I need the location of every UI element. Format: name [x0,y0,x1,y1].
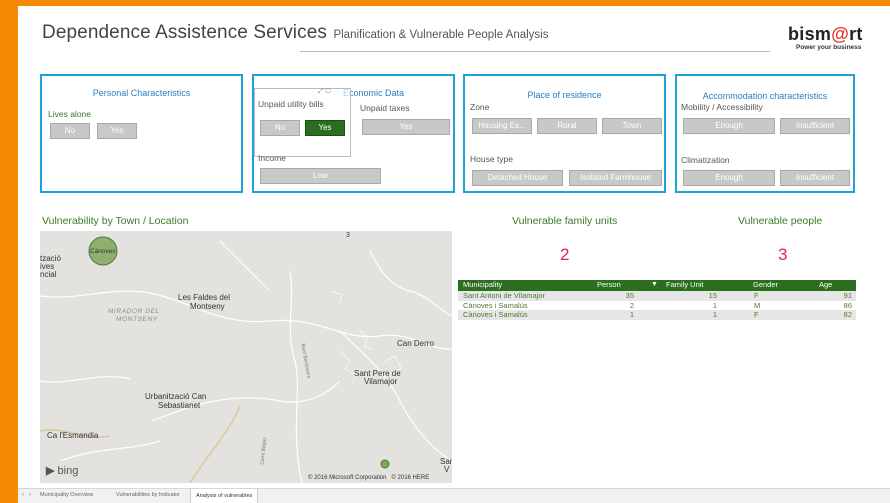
table-row[interactable]: Sant Antoni de Vilamajor 35 15 F 91 [458,291,856,301]
personal-characteristics-slicer: Personal Characteristics Lives alone No … [40,74,243,193]
zone-label: Zone [470,102,490,112]
cell-age: 91 [843,291,852,300]
bing-logo: ▶ bing [46,465,79,477]
bubble-label: Cànoves [90,248,116,255]
col-header-age[interactable]: Age [819,280,832,290]
next-page-icon[interactable]: › [29,492,31,498]
table-body: Sant Antoni de Vilamajor 35 15 F 91 Càno… [458,291,856,320]
unpaid-taxes-yes-button[interactable]: Yes [362,119,450,135]
col-header-gender[interactable]: Gender [753,280,778,290]
climatization-insufficient-button[interactable]: Insufficient [780,170,850,186]
economic-data-slicer: Economic Data ⤢ ▢ ⋯ Unpaid utility bills… [252,74,455,193]
people-card-title: Vulnerable people [738,215,823,227]
place-of-residence-slicer: Place of residence Zone Housing Es... Ru… [463,74,666,193]
climatization-enough-button[interactable]: Enough [683,170,775,186]
place-label: Ca l'Esmandia [47,431,99,440]
mobility-label: Mobility / Accessibility [681,102,763,112]
unpaid-taxes-label: Unpaid taxes [360,103,410,113]
unpaid-bills-yes-button[interactable]: Yes [305,120,345,136]
prev-page-icon[interactable]: ‹ [22,492,24,498]
income-low-button[interactable]: Low [260,168,381,184]
cell-gender: F [754,310,759,319]
unpaid-bills-label: Unpaid utility bills [258,99,324,109]
map-title: Vulnerability by Town / Location [42,215,189,227]
cell-person: 2 [629,300,634,310]
place-label: Sebastianet [158,401,201,410]
families-card-value: 2 [560,245,570,264]
climatization-label: Climatization [681,155,730,165]
col-header-person[interactable]: Person [597,280,621,290]
house-detached-button[interactable]: Detached House [472,170,563,186]
unpaid-bills-no-button[interactable]: No [260,120,300,136]
report-subtitle: Planification & Vulnerable People Analys… [333,29,549,41]
place-label: ncial [40,270,57,279]
logo-tagline: Power your business [796,44,862,51]
lives-alone-label: Lives alone [48,109,92,119]
lives-alone-no-button[interactable]: No [50,123,90,139]
col-header-municipality[interactable]: Municipality [463,280,502,290]
slicer-title: Place of residence [527,90,602,100]
vulnerables-table[interactable]: Municipality Person ▼ Family Unit Gender… [458,280,856,320]
visual-header-icons[interactable]: ⤢ ▢ ⋯ [318,88,340,96]
place-label: Montseny [190,302,225,311]
logo-text-b: rt [849,24,863,44]
road-number: 3 [346,232,350,239]
logo-text-a: bism [788,24,832,44]
zone-rural-button[interactable]: Rural [537,118,597,134]
income-label: Income [258,153,286,163]
tab-vulnerabilities-by-indicator[interactable]: Vulnerabilities by Indicator [116,492,180,498]
logo-at: @ [831,24,850,44]
cell-family-unit: 1 [712,300,717,310]
people-card-value: 3 [778,245,788,264]
bismart-logo: bism@rt Power your business [788,24,863,51]
slicer-title: Accommodation characteristics [702,91,828,101]
place-label: Vilamajor [364,377,398,386]
sort-desc-icon[interactable]: ▼ [651,280,658,290]
cell-municipality: Sant Antoni de Vilamajor [463,291,545,300]
tab-analysis-of-vulnerables[interactable]: Analysis of vulnerables [190,489,259,503]
house-farmhouse-button[interactable]: Isolated Farmhouse [569,170,662,186]
tab-municipality-overview[interactable]: Municipality Overview [40,492,93,498]
map-roads [40,236,452,483]
cell-person: 1 [629,310,634,319]
families-card-title: Vulnerable family units [512,215,618,227]
cell-municipality: Cànoves i Samalús [463,300,528,310]
col-header-family-unit[interactable]: Family Unit [666,280,704,290]
cell-person: 35 [625,291,634,300]
cell-family-unit: 15 [708,291,717,300]
vulnerability-bubble-small[interactable] [380,459,390,469]
house-type-label: House type [470,154,513,164]
slicer-title: Personal Characteristics [92,88,191,98]
mobility-enough-button[interactable]: Enough [683,118,775,134]
cell-family-unit: 1 [712,310,717,319]
zone-housing-button[interactable]: Housing Es... [472,118,532,134]
cell-gender: F [754,291,759,300]
cell-age: 82 [843,310,852,319]
table-row[interactable]: Cànoves i Samalús 1 1 F 82 [458,310,856,320]
place-label: V [444,465,450,474]
cell-municipality: Cànoves i Samalús [463,310,528,319]
bing-wordmark: bing [57,465,79,477]
page-tabs: ‹ › Municipality Overview Vulnerabilitie… [18,488,890,503]
page-title: Dependence Assistence Services Planifica… [42,22,548,44]
report-title: Dependence Assistence Services [42,22,327,43]
map-copyright: © 2016 Microsoft Corporation © 2016 HERE [308,475,430,481]
table-header: Municipality Person ▼ Family Unit Gender… [458,280,856,291]
accommodation-slicer: Accommodation characteristics Mobility /… [675,74,855,193]
lives-alone-yes-button[interactable]: Yes [97,123,137,139]
vulnerability-map[interactable]: Cànoves tzació ives ncial Les Faldes del… [40,231,452,483]
cell-gender: M [754,300,761,310]
table-row[interactable]: Cànoves i Samalús 2 1 M 86 [458,301,856,311]
mobility-insufficient-button[interactable]: Insufficient [780,118,850,134]
zone-town-button[interactable]: Town [602,118,662,134]
place-label: MONTSENY [116,316,158,323]
place-label: Can Derro [397,339,434,348]
cell-age: 86 [843,300,852,310]
header-divider [300,51,770,52]
